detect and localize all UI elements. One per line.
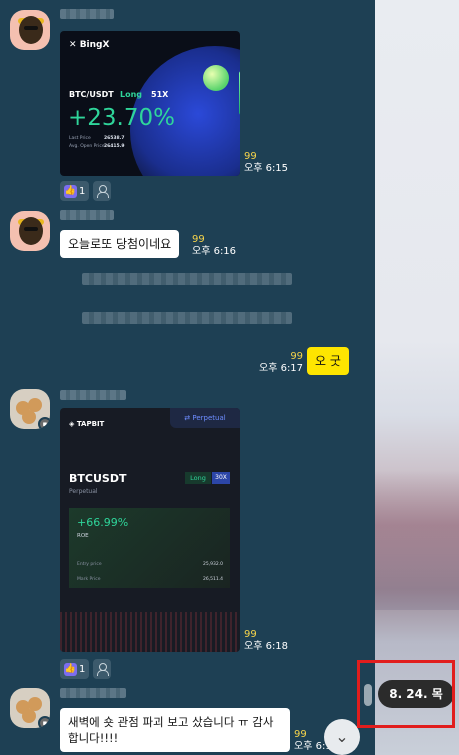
tapbit-trade-card[interactable]: ◈ TAPBIT ⇄ Perpetual BTCUSDT Perpetual L… — [60, 408, 240, 652]
perpetual-tag: ⇄ Perpetual — [170, 408, 240, 428]
last-price-value: 26538.7 — [104, 136, 125, 141]
chat-area[interactable]: ✕ BingX BTC/USDT Long 51X +23.70% Last P… — [0, 0, 375, 755]
desktop-wallpaper — [375, 0, 459, 755]
pnl-value: +66.99% — [77, 516, 129, 529]
timestamp: 오후 6:18 — [244, 641, 289, 652]
read-count: 99 — [244, 151, 257, 162]
read-count: 99 — [192, 234, 205, 245]
mark-price-value: 26,511.4 — [202, 577, 223, 582]
candlestick-background — [60, 612, 240, 652]
badge-icon: ▪ — [38, 417, 50, 429]
highlight-box — [357, 660, 455, 728]
avatar[interactable]: ▪ — [10, 688, 50, 728]
pnl-value: +23.70% — [68, 105, 175, 131]
blurred-text — [82, 273, 292, 285]
avatar[interactable] — [10, 211, 50, 251]
reaction-bar: 👍 1 — [60, 181, 112, 201]
avg-open-label: Avg. Open Price — [69, 144, 105, 149]
leverage-label: 51X — [151, 90, 169, 99]
read-count: 99 — [244, 629, 257, 640]
side-label: Long — [120, 90, 143, 99]
add-reaction-person-icon[interactable] — [93, 181, 112, 201]
roe-label: ROE — [77, 533, 89, 539]
sender-name-blurred — [60, 390, 126, 400]
contract-type: Perpetual — [69, 488, 98, 495]
message-bubble[interactable]: 오늘로또 당첨이네요 — [60, 230, 180, 258]
pair-label: BTCUSDT — [69, 472, 127, 485]
orb-graphic — [203, 65, 229, 91]
chevron-down-icon[interactable]: ⌄ — [324, 719, 360, 755]
bingx-logo: ✕ BingX — [69, 40, 110, 50]
last-price-label: Last Price — [69, 136, 91, 141]
blurred-text — [82, 312, 292, 324]
read-count: 99 — [290, 351, 304, 362]
sender-name-blurred — [60, 210, 114, 220]
message-meta: 99 오후 6:16 — [192, 234, 236, 258]
tapbit-logo: ◈ TAPBIT — [69, 420, 105, 428]
message-meta: 99 오후 6:18 — [244, 629, 288, 653]
badge-icon: ▪ — [38, 716, 50, 728]
avg-open-value: 26415.9 — [104, 144, 125, 149]
message-bubble[interactable]: 새벽에 숏 관점 파괴 보고 샀습니다 ㅠ 감사합니다!!!! — [60, 708, 290, 752]
add-reaction-person-icon[interactable] — [93, 659, 112, 679]
sender-name-blurred — [60, 9, 114, 19]
entry-price-value: 25,932.0 — [202, 562, 223, 567]
reaction-bar: 👍 1 — [60, 659, 112, 679]
timestamp: 오후 6:16 — [192, 246, 237, 257]
side-label: Long — [185, 472, 211, 484]
pair-label: BTC/USDT — [69, 90, 114, 99]
message-meta: 99 오후 6:17 — [259, 351, 303, 375]
avatar[interactable]: ▪ — [10, 389, 50, 429]
thumbs-up-icon: 👍 — [64, 184, 77, 198]
sender-name-blurred — [60, 688, 126, 698]
timestamp: 오후 6:15 — [244, 163, 289, 174]
leverage-label: 30X — [212, 472, 230, 484]
like-reaction[interactable]: 👍 1 — [60, 659, 90, 679]
like-reaction[interactable]: 👍 1 — [60, 181, 90, 201]
avatar[interactable] — [10, 10, 50, 50]
message-meta: 99 오후 6:15 — [244, 151, 288, 175]
thumbs-up-icon: 👍 — [64, 662, 77, 676]
my-message-bubble[interactable]: 오 굿 — [307, 347, 349, 375]
mark-price-label: Mark Price — [77, 577, 101, 582]
bingx-trade-card[interactable]: ✕ BingX BTC/USDT Long 51X +23.70% Last P… — [60, 31, 240, 176]
entry-price-label: Entry price — [77, 562, 102, 567]
timestamp: 오후 6:17 — [259, 363, 304, 374]
